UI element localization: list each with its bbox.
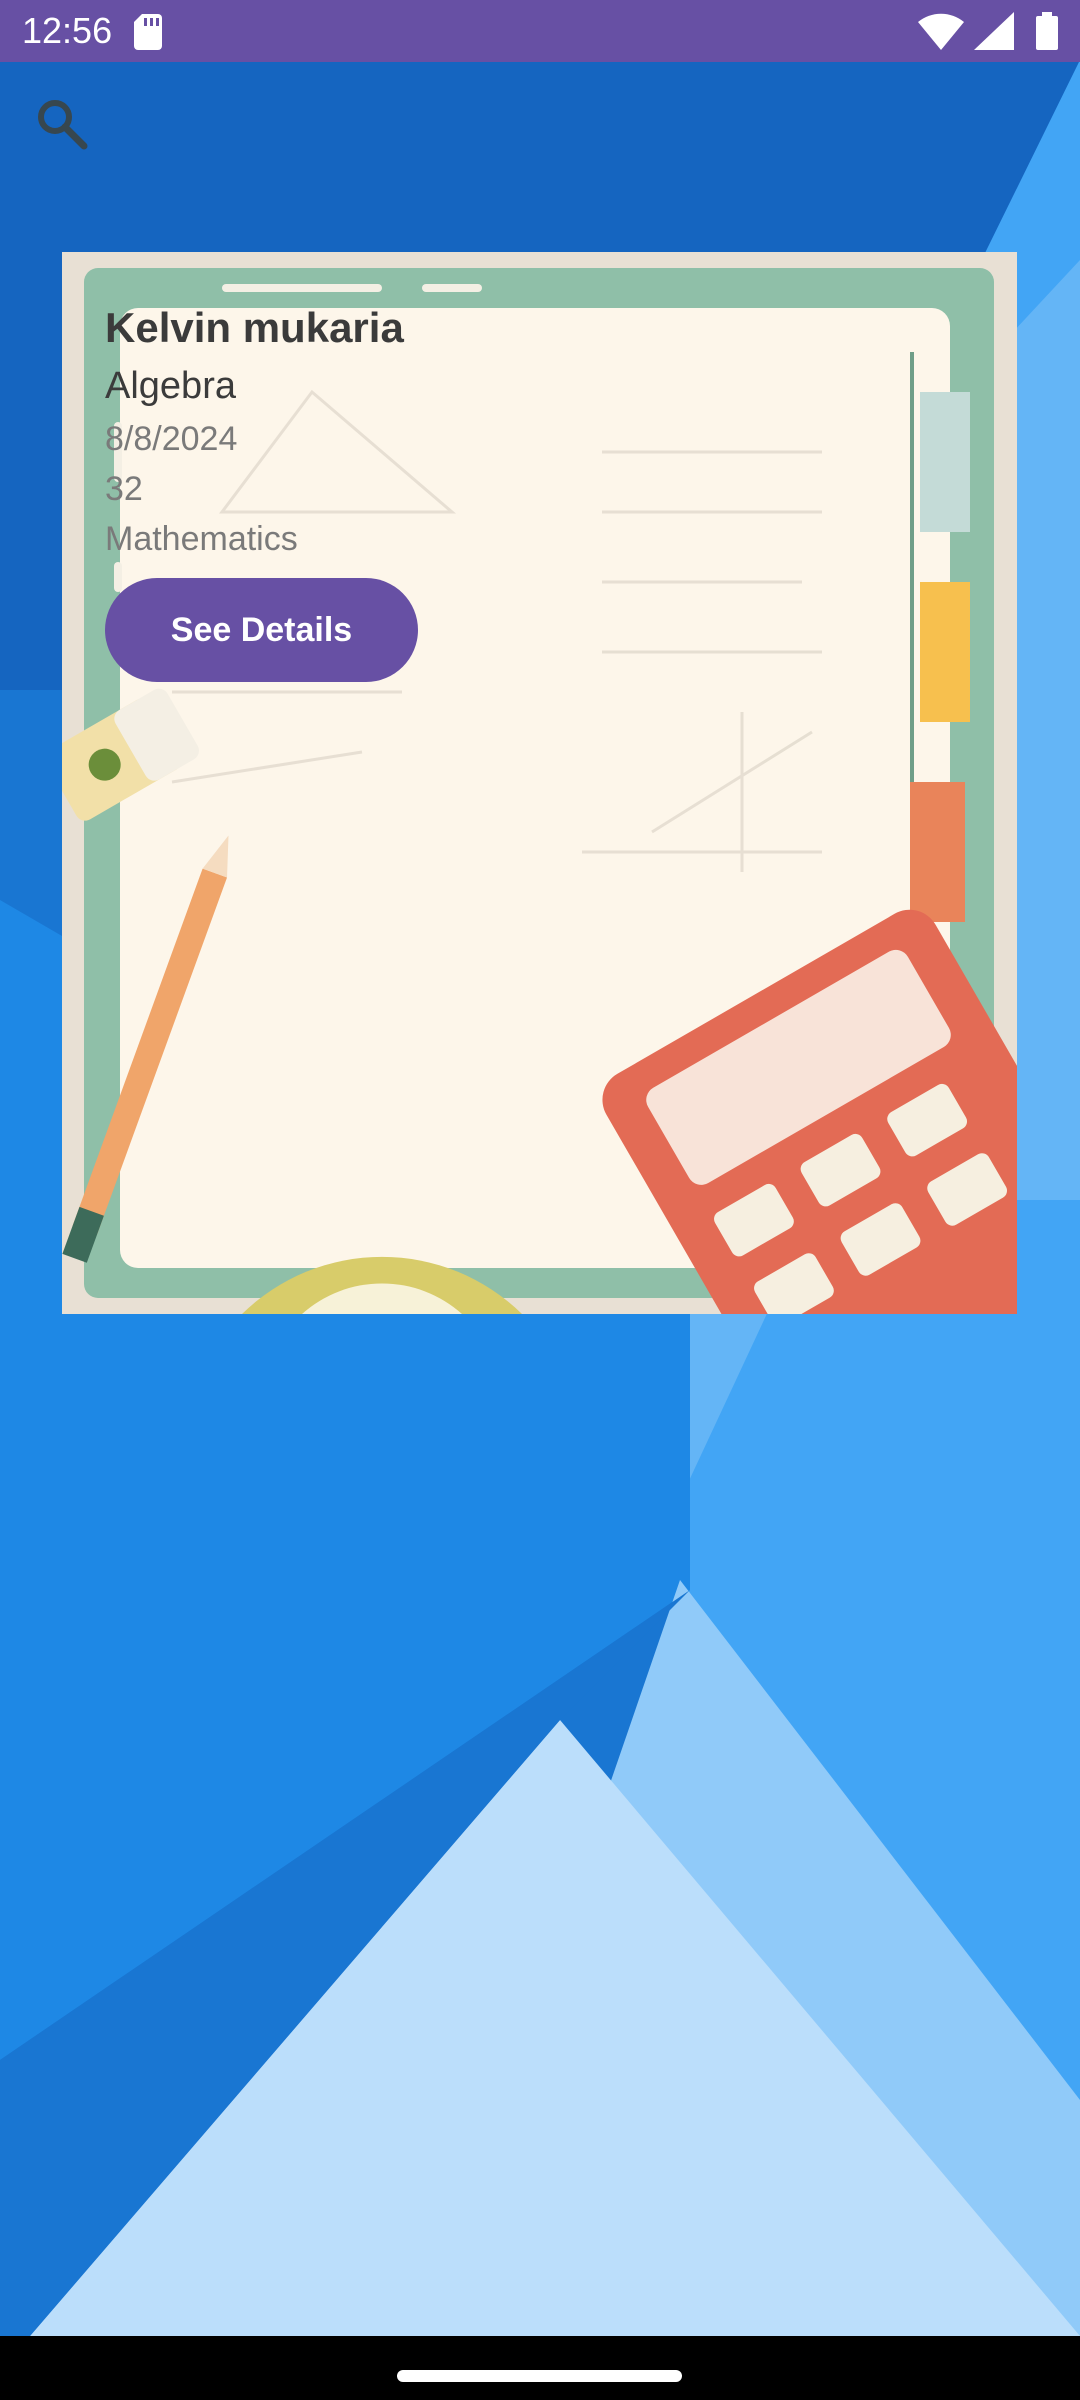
student-name: Kelvin mukaria [105,304,404,351]
home-gesture-handle[interactable] [397,2370,682,2382]
navigation-bar [0,2336,1080,2400]
wifi-icon [918,13,964,50]
sd-card-icon [134,14,162,50]
cell-signal-icon [974,12,1014,50]
subject-label: Mathematics [105,520,298,558]
lesson-date: 8/8/2024 [105,420,238,458]
status-time: 12:56 [22,10,113,51]
topic-title: Algebra [105,365,236,407]
search-button[interactable] [34,96,90,152]
lesson-card[interactable]: Kelvin mukaria Algebra 8/8/2024 32 Mathe… [62,252,1017,1314]
search-icon [38,100,88,150]
lesson-count: 32 [105,470,143,508]
status-bar: 12:56 [0,0,1080,62]
see-details-button[interactable]: See Details [105,578,418,682]
card-content: Kelvin mukaria Algebra 8/8/2024 32 Mathe… [105,300,418,682]
battery-icon [1036,12,1058,50]
